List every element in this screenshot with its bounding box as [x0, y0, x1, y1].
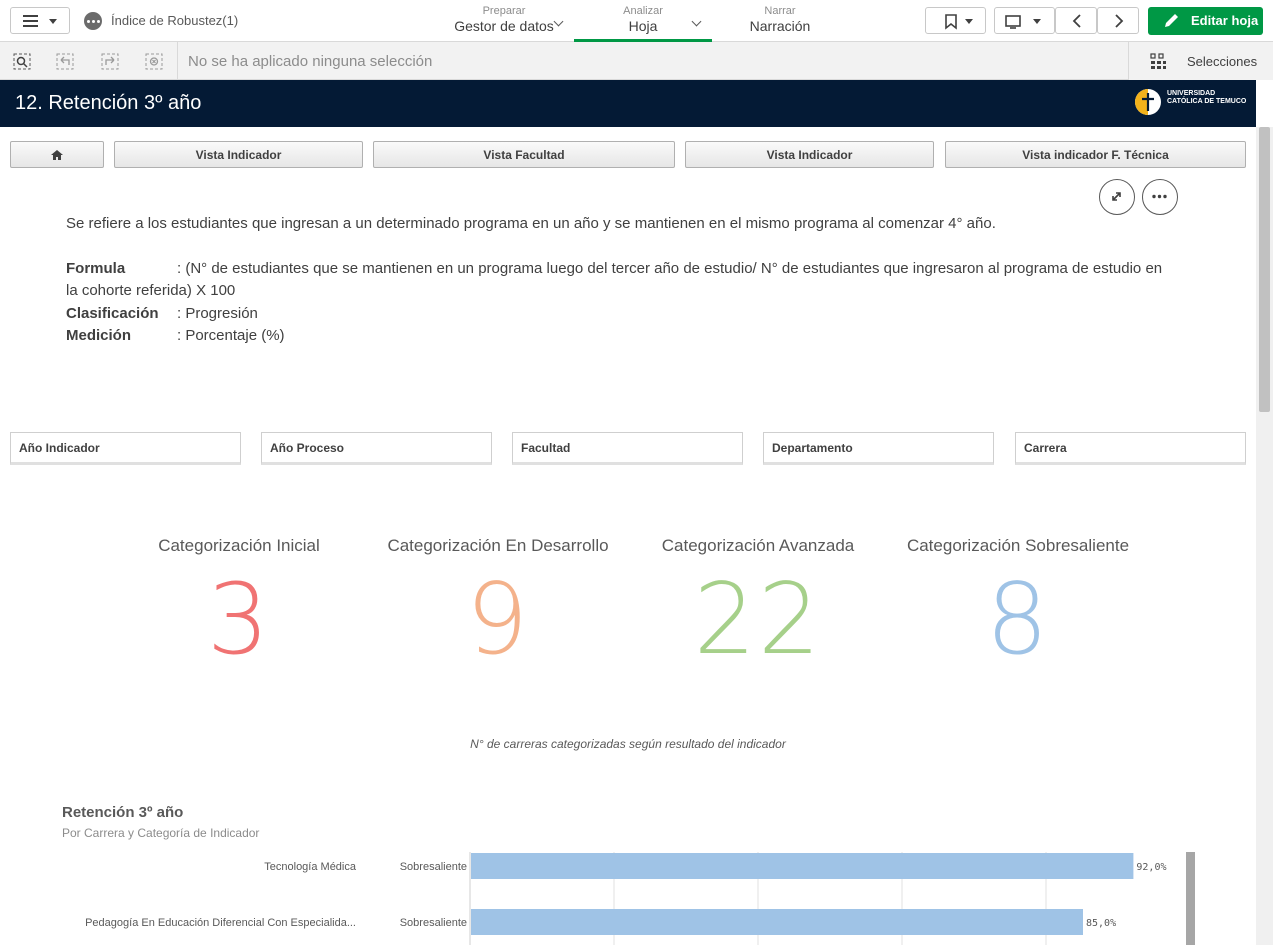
more-icon: [1152, 194, 1167, 199]
measurement-row: Medición : Porcentaje (%): [66, 325, 285, 347]
edit-sheet-button[interactable]: Editar hoja: [1148, 7, 1263, 35]
caret-down-icon: [49, 19, 57, 24]
filter-faculty[interactable]: Facultad: [512, 432, 743, 465]
formula-row: Formula : (N° de estudiantes que se manti…: [66, 258, 1162, 280]
kpi-value: 9: [465, 563, 531, 677]
filter-department[interactable]: Departamento: [763, 432, 994, 465]
filter-label: Facultad: [521, 441, 571, 455]
bar[interactable]: [471, 853, 1134, 879]
indicator-description: Se refiere a los estudiantes que ingresa…: [66, 215, 996, 232]
bookmark-icon: [945, 14, 973, 30]
kpi-value: 22: [693, 563, 823, 677]
device-view-button[interactable]: [994, 7, 1055, 34]
chart-subtitle: Por Carrera y Categoría de Indicador: [62, 826, 260, 840]
kpi-label: Categorización En Desarrollo: [387, 536, 609, 555]
data-label: 85,0%: [1086, 918, 1116, 929]
category-label: Pedagogía En Educación Diferencial Con E…: [85, 917, 356, 929]
filter-year-indicator[interactable]: Año Indicador: [10, 432, 241, 465]
measurement-label: Medición: [66, 327, 132, 344]
classification-row: Clasificación : Progresión: [66, 303, 258, 325]
top-toolbar: Índice de Robustez(1) Preparar Gestor de…: [0, 0, 1273, 42]
expand-icon: [1112, 192, 1121, 201]
sheet-header: 12. Retención 3º año UNIVERSIDAD CATÓLIC…: [0, 80, 1256, 127]
formula-value-2: la cohorte referida) X 100: [66, 282, 236, 299]
filter-label: Carrera: [1024, 441, 1067, 455]
home-icon: [51, 150, 63, 160]
pencil-icon: [1165, 14, 1178, 27]
chevron-left-icon: [1072, 14, 1081, 28]
edit-sheet-label: Editar hoja: [1191, 13, 1259, 28]
kpi-advanced: Categorización Avanzada 22: [648, 536, 868, 670]
formula-row-2: la cohorte referida) X 100: [66, 280, 235, 302]
filter-label: Año Proceso: [270, 441, 345, 455]
tab-analyze-small: Analizar: [623, 5, 663, 17]
kpi-outstanding: Categorización Sobresaliente 8: [893, 536, 1143, 670]
divider: [177, 42, 178, 80]
tab-narrate[interactable]: Narrar Narración: [712, 0, 848, 42]
scrollbar-thumb[interactable]: [1259, 127, 1270, 412]
tab-narrate-label: Narración: [749, 18, 811, 34]
more-options-button[interactable]: [1142, 179, 1178, 215]
category-label: Tecnología Médica: [264, 861, 357, 873]
step-back-icon[interactable]: [56, 53, 74, 70]
kpi-label: Categorización Avanzada: [661, 536, 855, 555]
grid-icon: [1150, 53, 1166, 69]
tab-prepare[interactable]: Preparar Gestor de datos: [435, 0, 573, 42]
filter-year-process[interactable]: Año Proceso: [261, 432, 492, 465]
tab-prepare-small: Preparar: [482, 5, 526, 17]
selections-panel-button[interactable]: Selecciones: [1128, 42, 1273, 80]
tab-analyze[interactable]: Analizar Hoja: [574, 0, 712, 42]
filter-label: Departamento: [772, 441, 853, 455]
sheet-title: 12. Retención 3º año: [15, 92, 202, 114]
classification-value: : Progresión: [177, 305, 258, 322]
chart-scrollbar[interactable]: [1186, 852, 1195, 945]
main-menu-button[interactable]: [10, 7, 70, 34]
measurement-value: : Porcentaje (%): [177, 327, 285, 344]
no-selection-text: No se ha aplicado ninguna selección: [188, 53, 433, 70]
university-seal-icon: [1135, 89, 1161, 115]
home-button[interactable]: [10, 141, 104, 168]
previous-sheet-button[interactable]: [1055, 7, 1097, 34]
clear-selections-icon[interactable]: [145, 53, 163, 70]
formula-label: Formula: [66, 260, 126, 277]
retention-bar-chart[interactable]: Tecnología Médica Sobresaliente 92,0% Pedag…: [0, 840, 1256, 945]
university-logo-text: UNIVERSIDAD CATÓLICA DE TEMUCO: [1167, 90, 1247, 105]
group-label: Sobresaliente: [400, 917, 467, 929]
data-label: 92,0%: [1136, 862, 1166, 873]
kpi-initial: Categorización Inicial 3: [139, 536, 339, 670]
chevron-right-icon: [1115, 14, 1124, 28]
view-indicator-button-2[interactable]: Vista Indicador: [685, 141, 934, 168]
kpi-value: 8: [985, 563, 1051, 677]
bookmark-button[interactable]: [925, 7, 986, 34]
selections-label: Selecciones: [1187, 54, 1258, 69]
view-technical-faculty-button[interactable]: Vista indicador F. Técnica: [945, 141, 1246, 168]
vertical-scrollbar[interactable]: [1256, 127, 1273, 945]
expand-button[interactable]: [1099, 179, 1135, 215]
filter-career[interactable]: Carrera: [1015, 432, 1246, 465]
filter-label: Año Indicador: [19, 441, 100, 455]
app-icon: [84, 12, 102, 30]
tab-prepare-label: Gestor de datos: [454, 18, 554, 34]
classification-label: Clasificación: [66, 305, 159, 322]
university-logo: UNIVERSIDAD CATÓLICA DE TEMUCO: [1134, 88, 1246, 121]
step-forward-icon[interactable]: [101, 53, 119, 70]
kpi-label: Categorización Sobresaliente: [906, 536, 1130, 555]
selections-bar: No se ha aplicado ninguna selección Sele…: [0, 42, 1273, 80]
chart-title: Retención 3º año: [62, 804, 184, 821]
kpi-caption: N° de carreras categorizadas según resul…: [470, 737, 786, 751]
smart-search-icon[interactable]: [13, 53, 31, 70]
formula-value: : (N° de estudiantes que se mantienen en…: [177, 260, 1163, 277]
next-sheet-button[interactable]: [1097, 7, 1139, 34]
app-title: Índice de Robustez(1): [111, 13, 239, 28]
kpi-value: 3: [206, 563, 272, 677]
kpi-developing: Categorización En Desarrollo 9: [373, 536, 623, 670]
kpi-label: Categorización Inicial: [158, 536, 320, 555]
bar[interactable]: [471, 909, 1083, 935]
view-faculty-button[interactable]: Vista Facultad: [373, 141, 675, 168]
tab-narrate-small: Narrar: [764, 5, 796, 17]
group-label: Sobresaliente: [400, 861, 467, 873]
view-indicator-button[interactable]: Vista Indicador: [114, 141, 363, 168]
hamburger-icon: [23, 15, 38, 17]
screen-icon: [1005, 15, 1041, 29]
